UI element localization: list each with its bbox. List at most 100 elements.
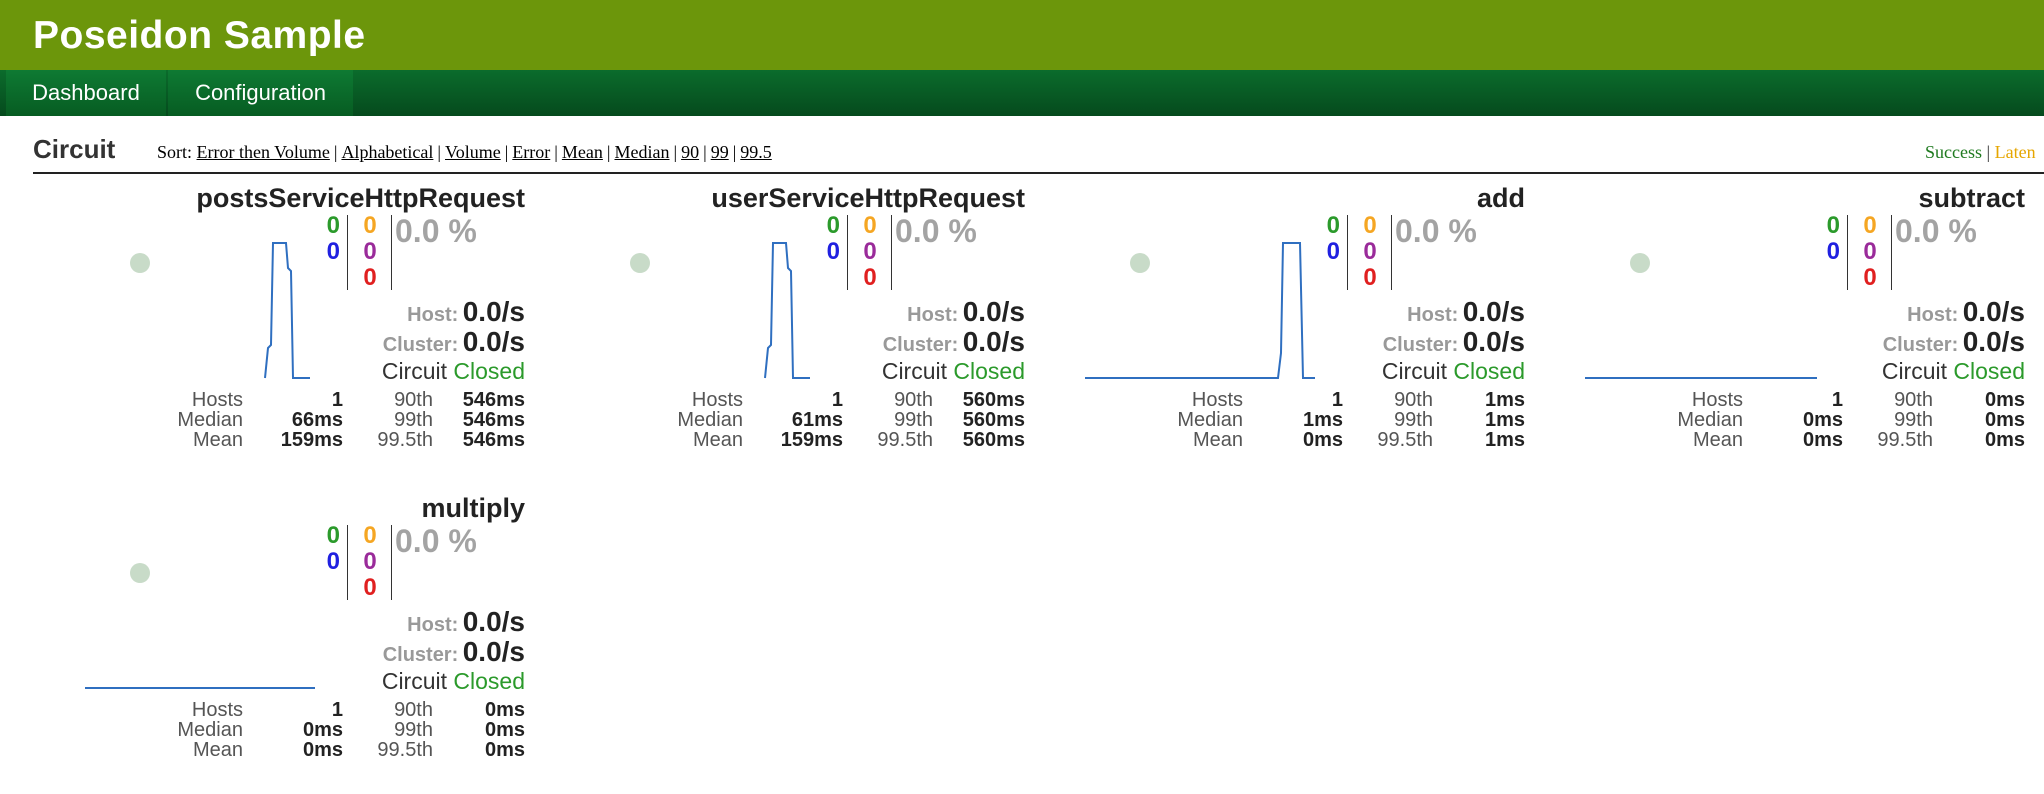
p99-value: 0ms — [484, 719, 525, 741]
divider — [347, 215, 348, 290]
circuit-name[interactable]: userServiceHttpRequest — [711, 183, 1025, 214]
divider — [1391, 215, 1392, 290]
circuit-section-header: Circuit Sort: Error then Volume | Alphabet… — [33, 130, 2044, 174]
circuit-name[interactable]: postsServiceHttpRequest — [196, 183, 525, 214]
p995-label: 99.5th — [1377, 429, 1433, 451]
count-group-a: 0 0 — [810, 213, 840, 265]
median-value: 1ms — [1302, 409, 1343, 431]
cluster-rate-row: Cluster: 0.0/s — [883, 326, 1025, 358]
sort-separator: | — [703, 142, 707, 162]
median-value: 0ms — [1802, 409, 1843, 431]
cluster-rate-value: 0.0/s — [962, 326, 1025, 357]
host-rate-label: Host: — [907, 304, 959, 326]
circuit-status: Circuit Closed — [882, 358, 1025, 385]
sparkline-chart — [764, 242, 810, 379]
hosts-value: 1 — [1831, 389, 1843, 411]
sort-volume[interactable]: Volume — [445, 142, 501, 162]
hosts-value: 1 — [1331, 389, 1343, 411]
circuit-state: Closed — [1453, 358, 1525, 384]
hosts-label: Hosts — [1191, 389, 1243, 411]
error-percentage: 0.0 % — [1895, 213, 1977, 249]
sort-99[interactable]: 99 — [711, 142, 729, 162]
p99-value: 1ms — [1484, 409, 1525, 431]
stats-row: Median 61ms 99th 560ms — [525, 410, 1025, 430]
cluster-rate-label: Cluster: — [382, 644, 459, 666]
count-group-b: 0 0 0 — [855, 213, 885, 291]
host-rate-row: Host: 0.0/s — [907, 296, 1025, 328]
p99-label: 99th — [1894, 409, 1933, 431]
mean-value: 159ms — [280, 429, 343, 451]
p90-label: 90th — [1894, 389, 1933, 411]
circuit-card: multiply 0 0 0 0 0 0.0 % Host: 0.0/s Clu… — [25, 493, 525, 793]
hosts-label: Hosts — [1691, 389, 1743, 411]
timeout-count: 0 — [1863, 212, 1877, 239]
app-header: Poseidon Sample — [0, 0, 2044, 70]
host-rate-value: 0.0/s — [462, 296, 525, 327]
short-circuited-count: 0 — [1826, 238, 1840, 265]
circuit-name[interactable]: multiply — [421, 493, 525, 524]
host-rate-label: Host: — [407, 304, 459, 326]
sort-median[interactable]: Median — [614, 142, 669, 162]
sort-separator: | — [606, 142, 611, 162]
p995-value: 0ms — [484, 739, 525, 761]
sort-error[interactable]: Error — [512, 142, 550, 162]
rejected-count: 0 — [363, 238, 377, 265]
host-rate-value: 0.0/s — [462, 606, 525, 637]
rejected-count: 0 — [1363, 238, 1377, 265]
count-group-b: 0 0 0 — [1855, 213, 1885, 291]
sort-separator: | — [554, 142, 558, 162]
sparkline-chart — [1585, 377, 1817, 379]
sort-mean[interactable]: Mean — [562, 142, 603, 162]
sort-90[interactable]: 90 — [681, 142, 699, 162]
tab-dashboard[interactable]: Dashboard — [6, 70, 166, 116]
sort-bar: Sort: Error then Volume | Alphabetical | Vol… — [157, 142, 772, 163]
p99-label: 99th — [894, 409, 933, 431]
median-value: 61ms — [791, 409, 843, 431]
latency-stats: Hosts 1 90th 0ms Median 0ms 99th 0ms Mea… — [1525, 390, 2025, 450]
sort-alphabetical[interactable]: Alphabetical — [341, 142, 433, 162]
circuit-label: Circuit — [1381, 358, 1447, 384]
mean-label: Mean — [192, 739, 243, 761]
cluster-rate-label: Cluster: — [1882, 334, 1959, 356]
failure-count: 0 — [863, 264, 877, 291]
rejected-count: 0 — [1863, 238, 1877, 265]
p99-label: 99th — [394, 409, 433, 431]
legend-latency: Laten — [1994, 142, 2036, 162]
host-rate-value: 0.0/s — [962, 296, 1025, 327]
sort-99-5[interactable]: 99.5 — [740, 142, 772, 162]
tab-configuration[interactable]: Configuration — [168, 70, 353, 116]
divider — [1891, 215, 1892, 290]
p995-value: 1ms — [1484, 429, 1525, 451]
mean-label: Mean — [192, 429, 243, 451]
circuit-name[interactable]: subtract — [1918, 183, 2025, 214]
circuit-state: Closed — [453, 358, 525, 384]
median-label: Median — [177, 409, 243, 431]
circuit-state: Closed — [953, 358, 1025, 384]
success-count: 0 — [826, 212, 840, 239]
hosts-value: 1 — [331, 389, 343, 411]
divider — [391, 525, 392, 600]
nav-bar: Dashboard Configuration — [0, 70, 2044, 116]
p90-value: 560ms — [962, 389, 1025, 411]
sort-error-then-volume[interactable]: Error then Volume — [197, 142, 330, 162]
p99-label: 99th — [394, 719, 433, 741]
app-title: Poseidon Sample — [33, 14, 366, 57]
circuit-state: Closed — [1953, 358, 2025, 384]
count-group-b: 0 0 0 — [355, 523, 385, 601]
p99-value: 560ms — [962, 409, 1025, 431]
short-circuited-count: 0 — [326, 238, 340, 265]
circuit-card: userServiceHttpRequest 0 0 0 0 0 0.0 % H… — [525, 183, 1025, 483]
stats-row: Median 1ms 99th 1ms — [1025, 410, 1525, 430]
hosts-label: Hosts — [691, 389, 743, 411]
stats-row: Hosts 1 90th 1ms — [1025, 390, 1525, 410]
timeout-count: 0 — [863, 212, 877, 239]
count-group-a: 0 0 — [310, 523, 340, 575]
cluster-rate-row: Cluster: 0.0/s — [1383, 326, 1525, 358]
circuit-name[interactable]: add — [1477, 183, 1525, 214]
section-title: Circuit — [33, 134, 116, 164]
host-rate-row: Host: 0.0/s — [1907, 296, 2025, 328]
hosts-label: Hosts — [191, 699, 243, 721]
p90-value: 0ms — [1984, 389, 2025, 411]
sparkline-chart — [1085, 242, 1315, 379]
stats-row: Mean 159ms 99.5th 560ms — [525, 430, 1025, 450]
